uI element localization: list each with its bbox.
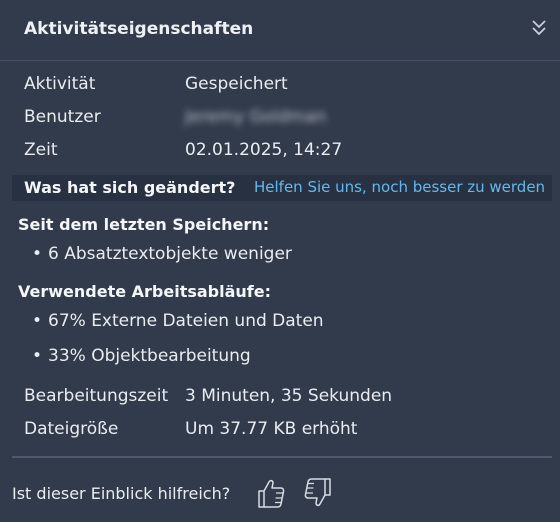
thumbs-up-icon[interactable] [256, 476, 286, 510]
double-chevron-down-icon[interactable] [528, 16, 550, 40]
list-item: • 67% Externe Dateien und Daten [32, 311, 324, 331]
list-item: • 6 Absatztextobjekte weniger [32, 244, 292, 264]
stat-label: Bearbeitungszeit [24, 386, 169, 406]
stat-value: 3 Minuten, 35 Sekunden [185, 386, 393, 406]
property-value: Gespeichert [185, 74, 288, 94]
bullet-icon: • [32, 244, 43, 264]
workflows-title: Verwendete Arbeitsabläufe: [18, 282, 272, 301]
since-last-save-title: Seit dem letzten Speichern: [18, 215, 270, 234]
list-item-text: 67% Externe Dateien und Daten [48, 311, 324, 331]
user-name-value: Jeremy Goldman [185, 107, 327, 127]
bullet-icon: • [32, 311, 43, 331]
property-label: Zeit [24, 140, 58, 160]
property-label: Benutzer [24, 107, 101, 127]
list-item: • 33% Objektbearbeitung [32, 346, 251, 366]
list-item-text: 33% Objektbearbeitung [48, 346, 251, 366]
bullet-icon: • [32, 346, 43, 366]
property-label: Aktivität [24, 74, 96, 94]
feedback-question: Ist dieser Einblick hilfreich? [12, 484, 231, 503]
panel-header: Aktivitätseigenschaften [0, 0, 560, 61]
panel-title: Aktivitätseigenschaften [24, 19, 254, 39]
divider [12, 456, 552, 458]
what-changed-bar: Was hat sich geändert? Helfen Sie uns, n… [12, 175, 552, 201]
list-item-text: 6 Absatztextobjekte weniger [48, 244, 292, 264]
stat-label: Dateigröße [24, 419, 119, 439]
property-value: 02.01.2025, 14:27 [185, 140, 343, 160]
stat-value: Um 37.77 KB erhöht [185, 419, 358, 439]
help-improve-link[interactable]: Helfen Sie uns, noch besser zu werden [254, 178, 545, 196]
activity-properties-panel: Aktivitätseigenschaften Aktivität Gespei… [0, 0, 560, 522]
what-changed-title: Was hat sich geändert? [24, 178, 236, 197]
thumbs-down-icon[interactable] [303, 476, 333, 510]
